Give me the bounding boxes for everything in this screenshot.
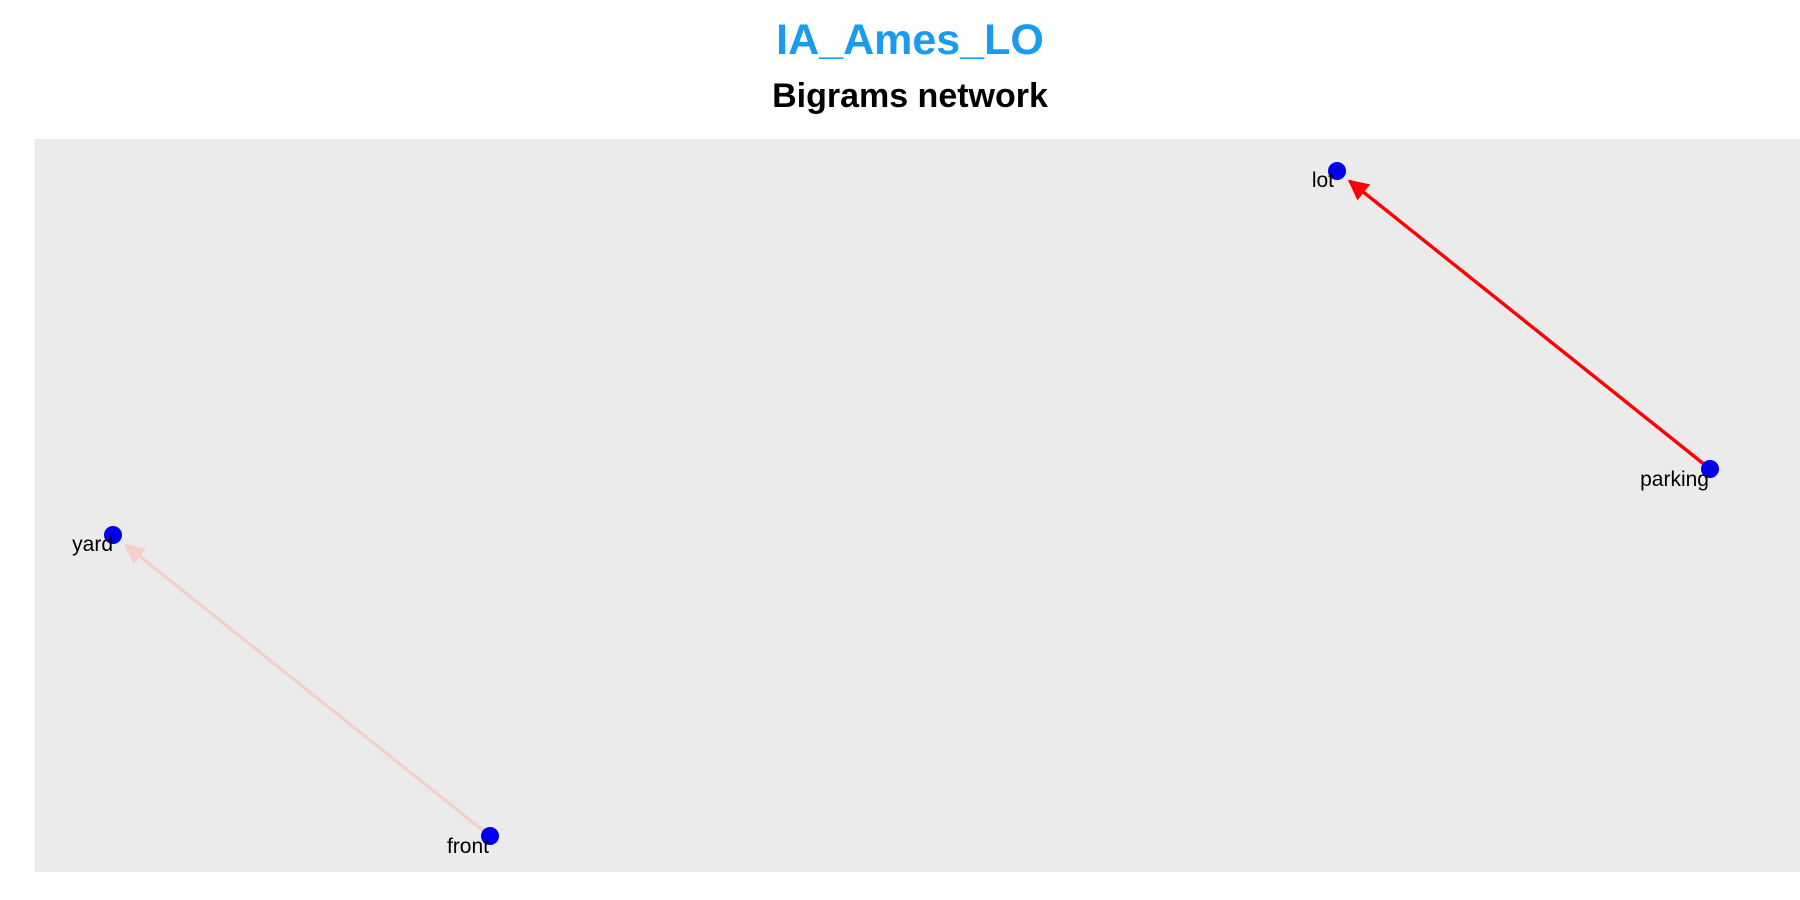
network-panel: lot parking yard front <box>35 139 1800 872</box>
node-label-front: front <box>447 835 489 858</box>
node-label-yard: yard <box>72 533 113 556</box>
page: IA_Ames_LO Bigrams network lot parking yar… <box>0 0 1800 900</box>
page-subtitle: Bigrams network <box>772 77 1048 115</box>
bigram-network-graph: lot parking yard front <box>35 139 1800 872</box>
page-title: IA_Ames_LO <box>776 16 1044 64</box>
node-label-parking: parking <box>1640 468 1709 491</box>
node-label-lot: lot <box>1312 169 1334 192</box>
panel-background <box>35 139 1800 872</box>
